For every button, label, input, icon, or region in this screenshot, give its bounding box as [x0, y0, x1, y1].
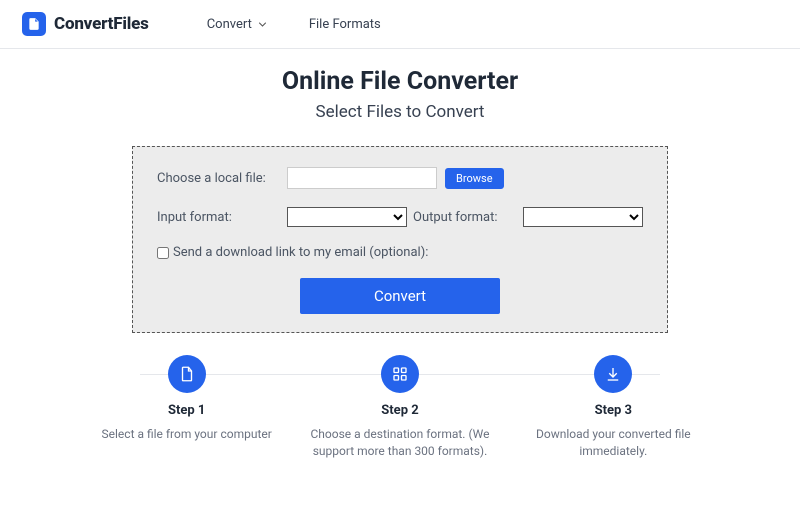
brand-logo[interactable]: ConvertFiles [22, 12, 149, 36]
steps: Step 1 Select a file from your computer … [80, 355, 720, 460]
email-checkbox[interactable] [157, 247, 169, 259]
label-output-format: Output format: [413, 210, 498, 225]
hero: Online File Converter Select Files to Co… [0, 49, 800, 132]
grid-icon [381, 355, 419, 393]
label-input-format: Input format: [157, 210, 287, 225]
row-choose-file: Choose a local file: Browse [157, 167, 643, 189]
step-2-desc: Choose a destination format. (We support… [299, 426, 500, 460]
nav-links: Convert File Formats [207, 17, 381, 32]
download-icon [594, 355, 632, 393]
page-subtitle: Select Files to Convert [0, 102, 800, 122]
nav-convert-label: Convert [207, 17, 252, 32]
step-3-title: Step 3 [513, 403, 714, 418]
convert-panel: Choose a local file: Browse Input format… [132, 146, 668, 333]
label-choose-file: Choose a local file: [157, 171, 287, 186]
file-icon [168, 355, 206, 393]
step-3: Step 3 Download your converted file imme… [507, 355, 720, 460]
step-2: Step 2 Choose a destination format. (We … [293, 355, 506, 460]
step-1: Step 1 Select a file from your computer [80, 355, 293, 460]
browse-button[interactable]: Browse [445, 168, 504, 189]
step-2-title: Step 2 [299, 403, 500, 418]
nav-convert[interactable]: Convert [207, 17, 267, 32]
brand-name: ConvertFiles [54, 14, 149, 34]
input-format-select[interactable] [287, 207, 407, 227]
step-1-desc: Select a file from your computer [86, 426, 287, 443]
nav-file-formats[interactable]: File Formats [309, 17, 381, 32]
step-1-title: Step 1 [86, 403, 287, 418]
output-format-select[interactable] [523, 207, 643, 227]
label-email-option: Send a download link to my email (option… [173, 245, 428, 260]
top-nav: ConvertFiles Convert File Formats [0, 0, 800, 49]
convert-button[interactable]: Convert [300, 278, 500, 314]
row-formats: Input format: Output format: [157, 207, 643, 227]
nav-formats-label: File Formats [309, 17, 381, 32]
logo-icon [22, 12, 46, 36]
chevron-down-icon [258, 20, 267, 29]
row-email-option: Send a download link to my email (option… [157, 245, 643, 260]
file-input[interactable] [287, 167, 437, 189]
step-3-desc: Download your converted file immediately… [513, 426, 714, 460]
page-title: Online File Converter [0, 67, 800, 96]
